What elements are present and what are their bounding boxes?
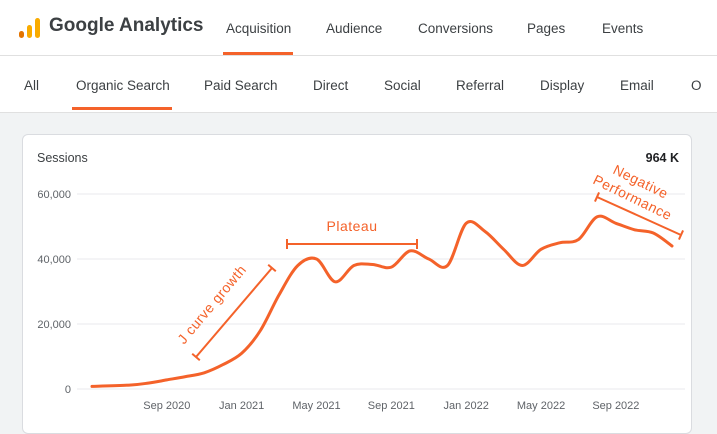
x-tick-label: May 2021 [292,400,340,412]
sessions-line-chart: 0 20,000 40,000 60,000 Sep 2020 Jan 2021 May 2… [37,161,685,412]
y-tick-label: 60,000 [37,189,71,201]
y-tick-label: 0 [65,384,71,396]
x-tick-label: Sep 2021 [368,400,415,412]
annotation-plateau: Plateau [327,218,378,234]
y-tick-label: 40,000 [37,254,71,266]
x-tick-label: May 2022 [517,400,565,412]
x-tick-label: Jan 2022 [444,400,489,412]
x-tick-label: Sep 2020 [143,400,190,412]
x-tick-label: Jan 2021 [219,400,264,412]
y-tick-label: 20,000 [37,319,71,331]
annotation-j-curve-growth: J curve growth [174,262,249,347]
sessions-series-line [90,214,674,388]
x-tick-label: Sep 2022 [592,400,639,412]
